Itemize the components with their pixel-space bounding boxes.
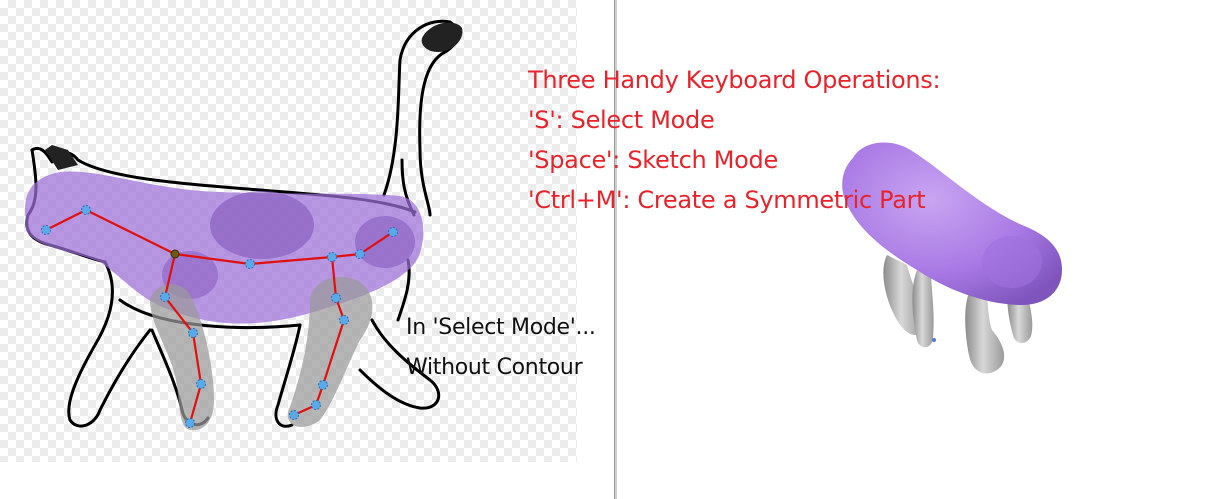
body-shade: [982, 236, 1042, 288]
mode-caption: In 'Select Mode'... Without Contour: [406, 308, 596, 388]
caption-line-1: In 'Select Mode'...: [406, 315, 596, 340]
leg-mesh: [912, 270, 934, 348]
selected-joint[interactable]: [170, 249, 180, 259]
keyboard-instructions: Three Handy Keyboard Operations: 'S': Se…: [528, 60, 941, 220]
cat-sketch: [25, 19, 463, 431]
ear-marking: [45, 145, 78, 170]
caption-line-2: Without Contour: [406, 355, 583, 380]
instruction-symmetric-part: 'Ctrl+M': Create a Symmetric Part: [528, 186, 926, 214]
instruction-sketch-mode: 'Space': Sketch Mode: [528, 146, 778, 174]
instructions-title: Three Handy Keyboard Operations:: [528, 66, 941, 94]
sketch-canvas[interactable]: [0, 0, 614, 499]
body-spot: [355, 216, 415, 268]
tail-tip-marking: [421, 22, 463, 52]
body-spot: [210, 191, 314, 259]
joint-marker: [932, 338, 936, 342]
instruction-select-mode: 'S': Select Mode: [528, 106, 715, 134]
